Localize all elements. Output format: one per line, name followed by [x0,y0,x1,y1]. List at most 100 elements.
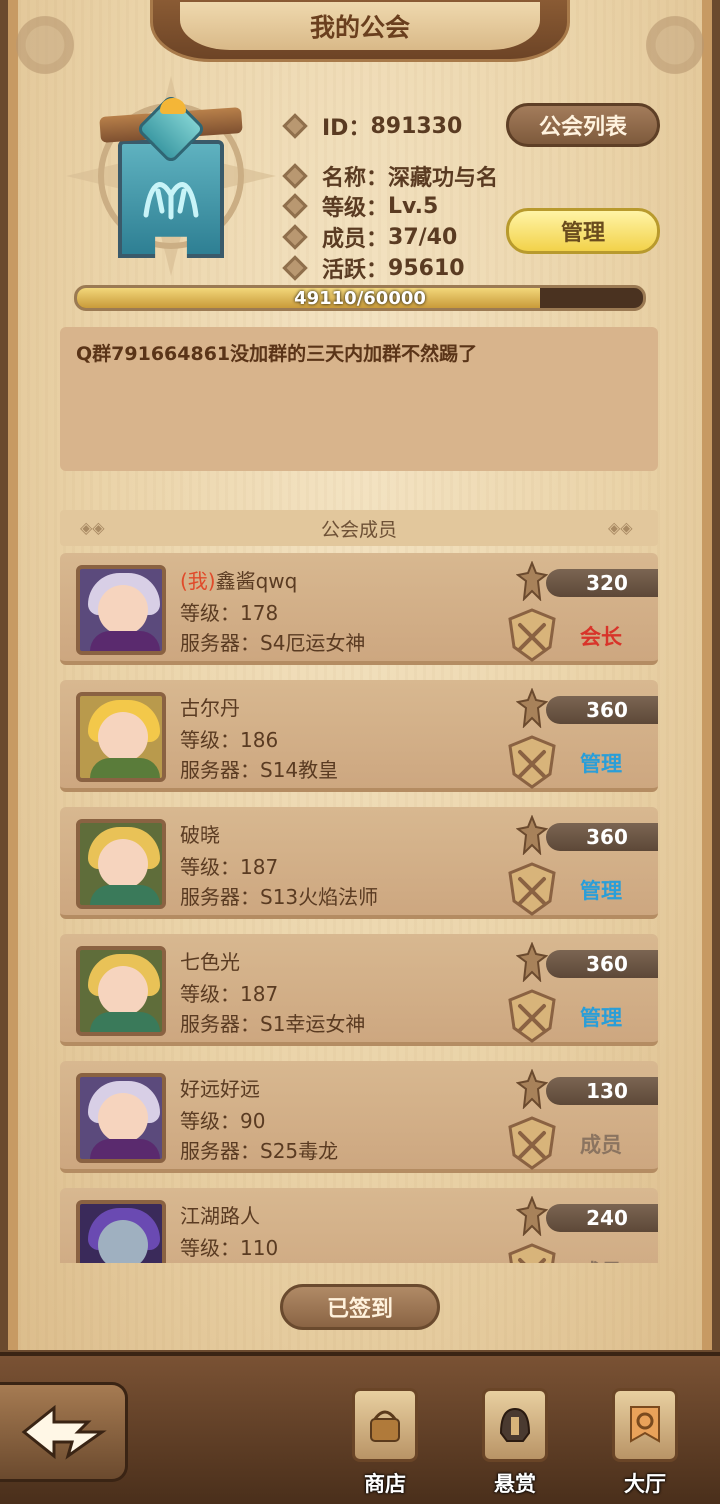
guild-members-label: 成员： [322,227,389,252]
member-row[interactable]: (我)鑫酱qwq 等级：178 服务器：S4厄运女神 320 会长 [60,553,658,665]
guild-level-row: 等级： Lv.5 [282,190,439,222]
member-server: 服务器：S13火焰法师 [180,885,379,909]
crossed-swords-shield-icon [508,735,556,789]
guild-list-button[interactable]: 公会列表 [506,103,660,147]
member-contribution: 130 [546,1077,658,1105]
member-name: (我)鑫酱qwq [180,565,297,594]
corner-ornament-right [630,0,720,90]
avatar-body [90,631,160,651]
member-level: 等级：186 [180,728,279,752]
avatar-elf[interactable] [76,819,166,909]
member-row[interactable]: 江湖路人 等级：110 240 成员 [60,1188,658,1263]
sword-crest-icon [516,688,548,728]
nav-hall[interactable]: 大厅 [600,1388,690,1500]
member-row[interactable]: 七色光 等级：187 服务器：S1幸运女神 360 管理 [60,934,658,1046]
avatar-dark[interactable] [76,1200,166,1263]
back-arrow-icon [21,1404,107,1460]
member-role: 成员 [580,1256,622,1263]
avatar-face [98,712,148,762]
guild-level-value: Lv.5 [388,193,439,219]
sword-crest-icon [516,561,548,601]
member-self-tag: (我) [180,569,216,593]
members-section-header: ◈◈ 公会成员 ◈◈ [60,510,658,546]
member-name-text: 江湖路人 [180,1204,260,1228]
member-level: 等级：187 [180,982,279,1006]
shop-icon [352,1388,418,1462]
crossed-swords-shield-icon [508,989,556,1043]
avatar-blonde-girl[interactable] [76,692,166,782]
crossed-swords-shield-icon [508,862,556,916]
member-name-text: 古尔丹 [180,696,240,720]
member-row[interactable]: 破晓 等级：187 服务器：S13火焰法师 360 管理 [60,807,658,919]
crossed-swords-shield-icon [508,1243,556,1263]
guild-id-row: ID： 891330 [282,110,463,142]
crossed-swords-shield-icon [508,608,556,662]
member-row[interactable]: 古尔丹 等级：186 服务器：S14教皇 360 管理 [60,680,658,792]
guild-notice: Q群791664861没加群的三天内加群不然踢了 [60,327,658,471]
nav-bounty[interactable]: 悬赏 [470,1388,560,1500]
member-role: 管理 [580,1006,622,1030]
avatar-purple-hair[interactable] [76,1073,166,1163]
guild-notice-text: Q群791664861没加群的三天内加群不然踢了 [76,343,478,365]
member-name: 破晓 [180,819,220,848]
member-name-text: 七色光 [180,950,240,974]
member-level: 等级：110 [180,1236,279,1260]
nav-hall-label: 大厅 [624,1472,666,1496]
guild-rune-icon [143,182,199,220]
member-name-text: 好远好远 [180,1077,260,1101]
manage-button[interactable]: 管理 [506,208,660,254]
back-button[interactable] [0,1382,128,1482]
member-role: 管理 [580,879,622,903]
avatar-purple-hair[interactable] [76,565,166,655]
guild-name-row: 名称： 深藏功与名 [282,160,499,192]
sword-crest-icon [516,1069,548,1109]
avatar-face [98,966,148,1016]
avatar-face [98,839,148,889]
diamond-bullet-icon [282,193,308,219]
guild-level-label: 等级： [322,196,389,221]
member-name: 古尔丹 [180,692,240,721]
hall-banner-icon [612,1388,678,1462]
nav-bounty-label: 悬赏 [494,1472,536,1496]
member-level: 等级：178 [180,601,279,625]
avatar-elf[interactable] [76,946,166,1036]
member-contribution: 240 [546,1204,658,1232]
member-role: 成员 [580,1133,622,1157]
diamond-bullet-icon [282,224,308,250]
guild-id-value: 891330 [370,113,463,139]
member-list[interactable]: (我)鑫酱qwq 等级：178 服务器：S4厄运女神 320 会长 古尔丹 等级… [60,553,660,1263]
member-server: 服务器：S14教皇 [180,758,339,782]
member-server: 服务器：S1幸运女神 [180,1012,366,1036]
guild-members-value: 37/40 [388,224,458,250]
ornament-left-icon: ◈◈ [80,518,105,537]
guild-activity-row: 活跃： 95610 [282,252,465,284]
ornament-right-icon: ◈◈ [608,518,633,537]
sword-crest-icon [516,815,548,855]
member-level: 等级：90 [180,1109,266,1133]
member-role: 会长 [580,625,622,649]
nav-shop[interactable]: 商店 [340,1388,430,1500]
member-row[interactable]: 好远好远 等级：90 服务器：S25毒龙 130 成员 [60,1061,658,1173]
member-name: 江湖路人 [180,1200,260,1229]
sign-in-button[interactable]: 已签到 [280,1284,440,1330]
member-contribution: 360 [546,696,658,724]
member-server: 服务器：S25毒龙 [180,1139,339,1163]
avatar-body [90,758,160,778]
guild-exp-text: 49110/60000 [294,287,426,309]
members-section-title: 公会成员 [320,518,397,541]
guild-name-value: 深藏功与名 [388,166,499,191]
diamond-bullet-icon [282,163,308,189]
page-title: 我的公会 [180,1,540,50]
member-contribution: 360 [546,950,658,978]
avatar-face [98,1220,148,1263]
member-name-text: 破晓 [180,823,220,847]
title-plaque: 我的公会 [150,0,570,62]
member-contribution: 360 [546,823,658,851]
guild-exp-bar: 49110/60000 [74,285,646,311]
crossed-swords-shield-icon [508,1116,556,1170]
diamond-bullet-icon [282,113,308,139]
member-role: 管理 [580,752,622,776]
member-name: 好远好远 [180,1073,260,1102]
member-contribution: 320 [546,569,658,597]
avatar-body [90,885,160,905]
